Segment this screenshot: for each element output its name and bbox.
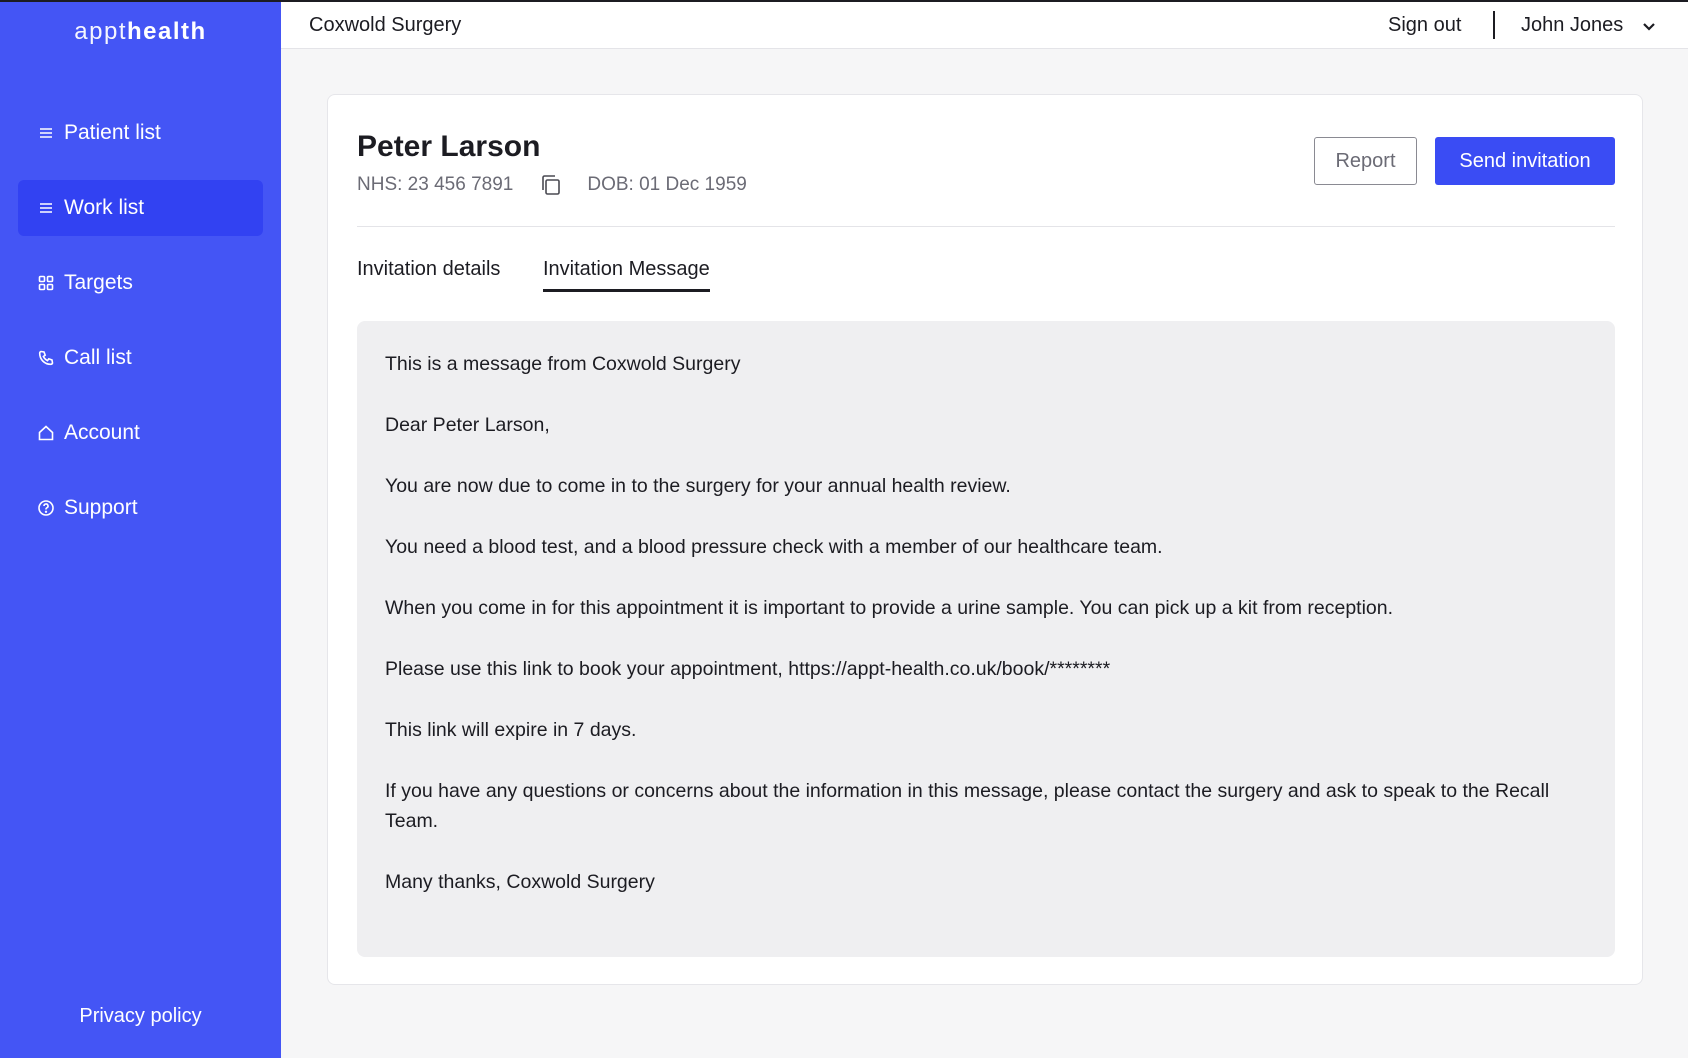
sidebar-item-label: Targets — [64, 271, 133, 294]
sidebar-nav: Patient list Work list Targets Call list… — [18, 105, 263, 555]
message-paragraph: Many thanks, Coxwold Surgery — [385, 871, 655, 893]
copy-icon[interactable] — [539, 173, 563, 197]
header-divider — [357, 226, 1615, 227]
message-paragraph: This link will expire in 7 days. — [385, 719, 637, 741]
tab-invitation-details[interactable]: Invitation details — [357, 258, 500, 289]
brand-logo[interactable]: appthealth — [0, 18, 281, 46]
user-name: John Jones — [1521, 14, 1624, 36]
sidebar-item-work-list[interactable]: Work list — [18, 180, 263, 236]
message-paragraph: When you come in for this appointment it… — [385, 597, 1394, 619]
sidebar-item-targets[interactable]: Targets — [18, 255, 263, 311]
tab-invitation-message[interactable]: Invitation Message — [543, 258, 710, 292]
sign-out-link[interactable]: Sign out — [1388, 14, 1461, 37]
message-paragraph: You are now due to come in to the surger… — [385, 475, 1011, 497]
date-of-birth: DOB: 01 Dec 1959 — [587, 174, 747, 195]
sidebar-item-call-list[interactable]: Call list — [18, 330, 263, 386]
sidebar-item-label: Account — [64, 421, 140, 444]
window-top-border — [0, 0, 1688, 2]
topbar-divider — [1493, 11, 1495, 39]
message-paragraph: If you have any questions or concerns ab… — [385, 780, 1550, 832]
send-invitation-button[interactable]: Send invitation — [1435, 137, 1615, 185]
sidebar-item-label: Work list — [64, 196, 145, 219]
message-paragraph: You need a blood test, and a blood press… — [385, 536, 1163, 558]
message-paragraph: Please use this link to book your appoin… — [385, 658, 1111, 680]
help-circle-icon — [36, 498, 56, 518]
sidebar-item-account[interactable]: Account — [18, 405, 263, 461]
home-icon — [36, 423, 56, 443]
message-paragraph: Dear Peter Larson, — [385, 414, 550, 436]
top-bar: Coxwold Surgery Sign out John Jones — [281, 2, 1688, 49]
report-button[interactable]: Report — [1314, 137, 1417, 185]
grid-icon — [36, 273, 56, 293]
user-menu[interactable]: John Jones — [1521, 14, 1657, 37]
sidebar-item-patient-list[interactable]: Patient list — [18, 105, 263, 161]
patient-meta: NHS: 23 456 7891 DOB: 01 Dec 1959 — [357, 173, 747, 197]
sidebar-item-label: Patient list — [64, 121, 161, 144]
patient-name: Peter Larson — [357, 130, 541, 163]
menu-icon — [36, 198, 56, 218]
phone-icon — [36, 348, 56, 368]
sidebar-item-label: Call list — [64, 346, 132, 369]
invitation-message-body: This is a message from Coxwold Surgery D… — [357, 321, 1615, 957]
menu-icon — [36, 123, 56, 143]
sidebar-item-label: Support — [64, 496, 138, 519]
sidebar: appthealth Patient list Work list Target… — [0, 0, 281, 1058]
sidebar-item-support[interactable]: Support — [18, 480, 263, 536]
chevron-down-icon — [1643, 22, 1656, 31]
message-paragraph: This is a message from Coxwold Surgery — [385, 353, 741, 375]
nhs-number: NHS: 23 456 7891 — [357, 174, 514, 195]
practice-name: Coxwold Surgery — [309, 14, 462, 36]
privacy-policy-link[interactable]: Privacy policy — [0, 1005, 281, 1028]
patient-card: Peter Larson NHS: 23 456 7891 DOB: 01 De… — [327, 94, 1643, 985]
